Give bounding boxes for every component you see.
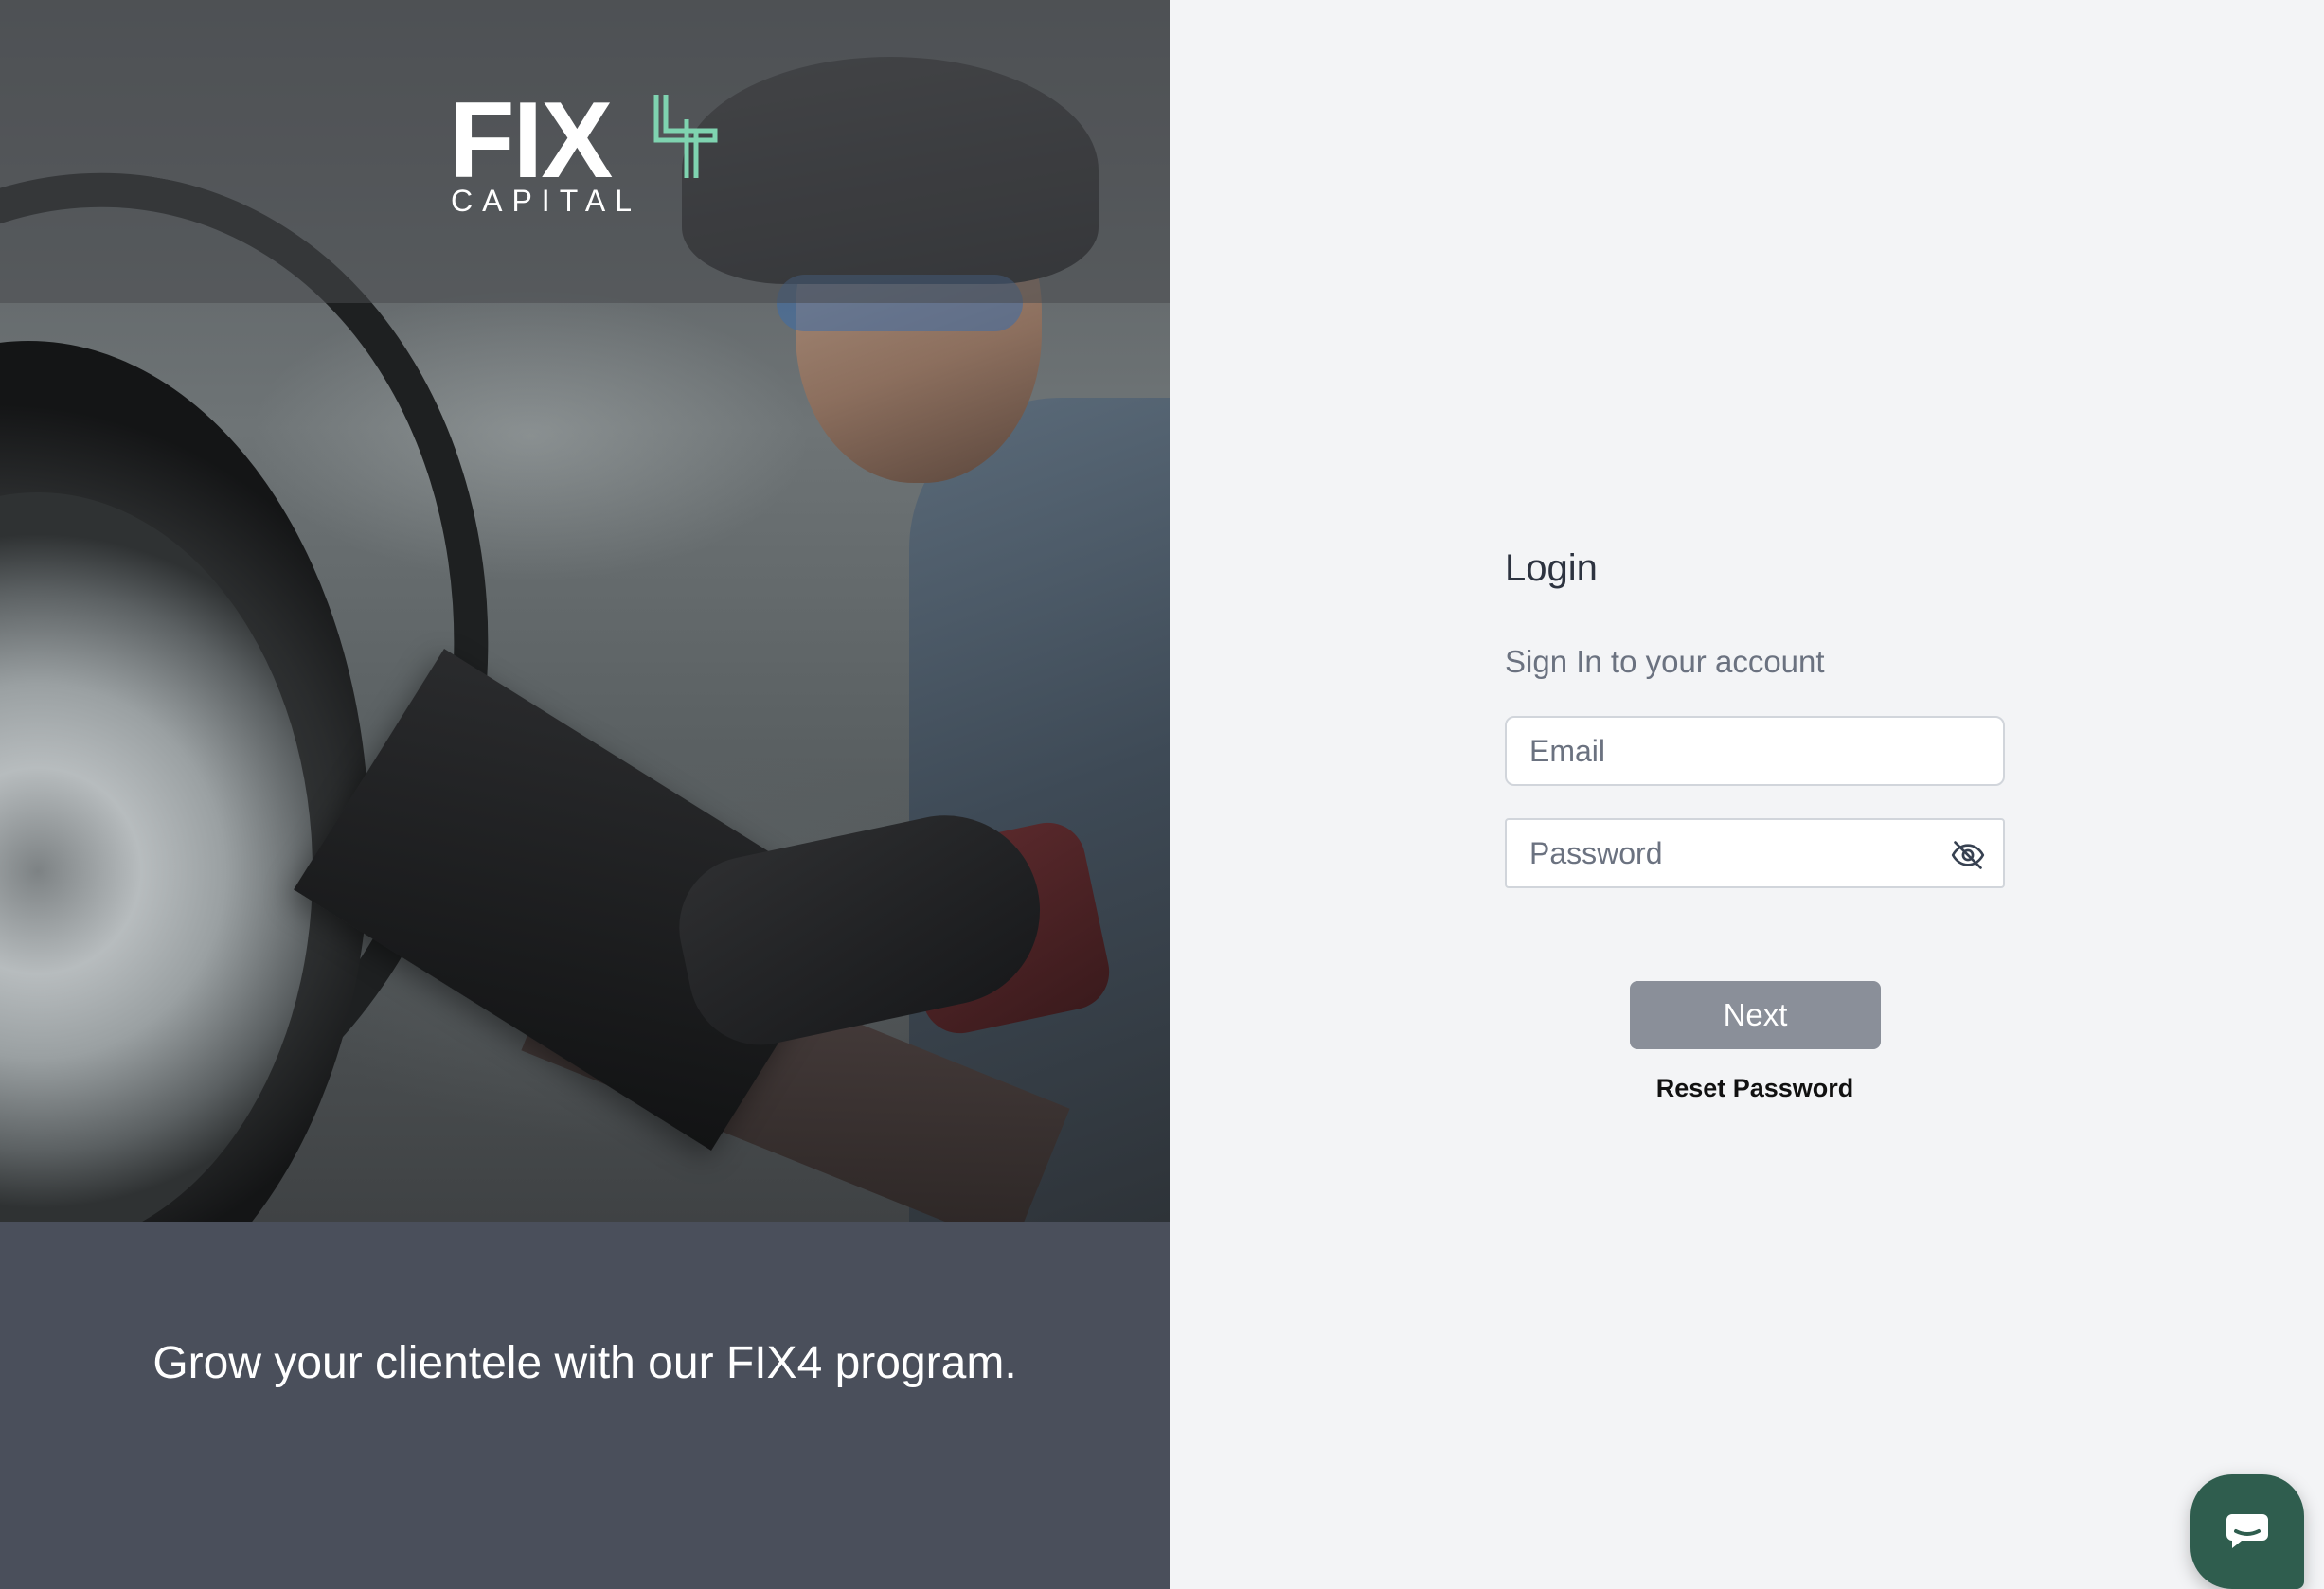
email-input[interactable] [1507, 718, 2003, 784]
fix4-capital-logo: FIX CAPITAL [449, 87, 733, 220]
logo-subtitle: CAPITAL [451, 184, 641, 218]
logo-four-mark-icon [653, 95, 718, 178]
login-title: Login [1505, 547, 1598, 589]
next-button[interactable]: Next [1630, 981, 1881, 1049]
email-field[interactable] [1505, 716, 2005, 786]
chat-widget-button[interactable] [2190, 1474, 2304, 1589]
reset-password-link[interactable]: Reset Password [1505, 1074, 2005, 1103]
hero-tagline: Grow your clientele with our FIX4 progra… [152, 1338, 1017, 1388]
eye-slash-icon[interactable] [1950, 837, 1986, 873]
password-field[interactable] [1505, 818, 2005, 888]
login-subtitle: Sign In to your account [1505, 644, 1825, 679]
password-input[interactable] [1507, 820, 2003, 886]
hero-panel: FIX CAPITAL Grow your clientele with our… [0, 0, 1170, 1589]
login-panel [1170, 0, 2324, 1589]
logo-wordmark: FIX [449, 80, 613, 201]
chat-bubble-icon [2226, 1514, 2268, 1548]
